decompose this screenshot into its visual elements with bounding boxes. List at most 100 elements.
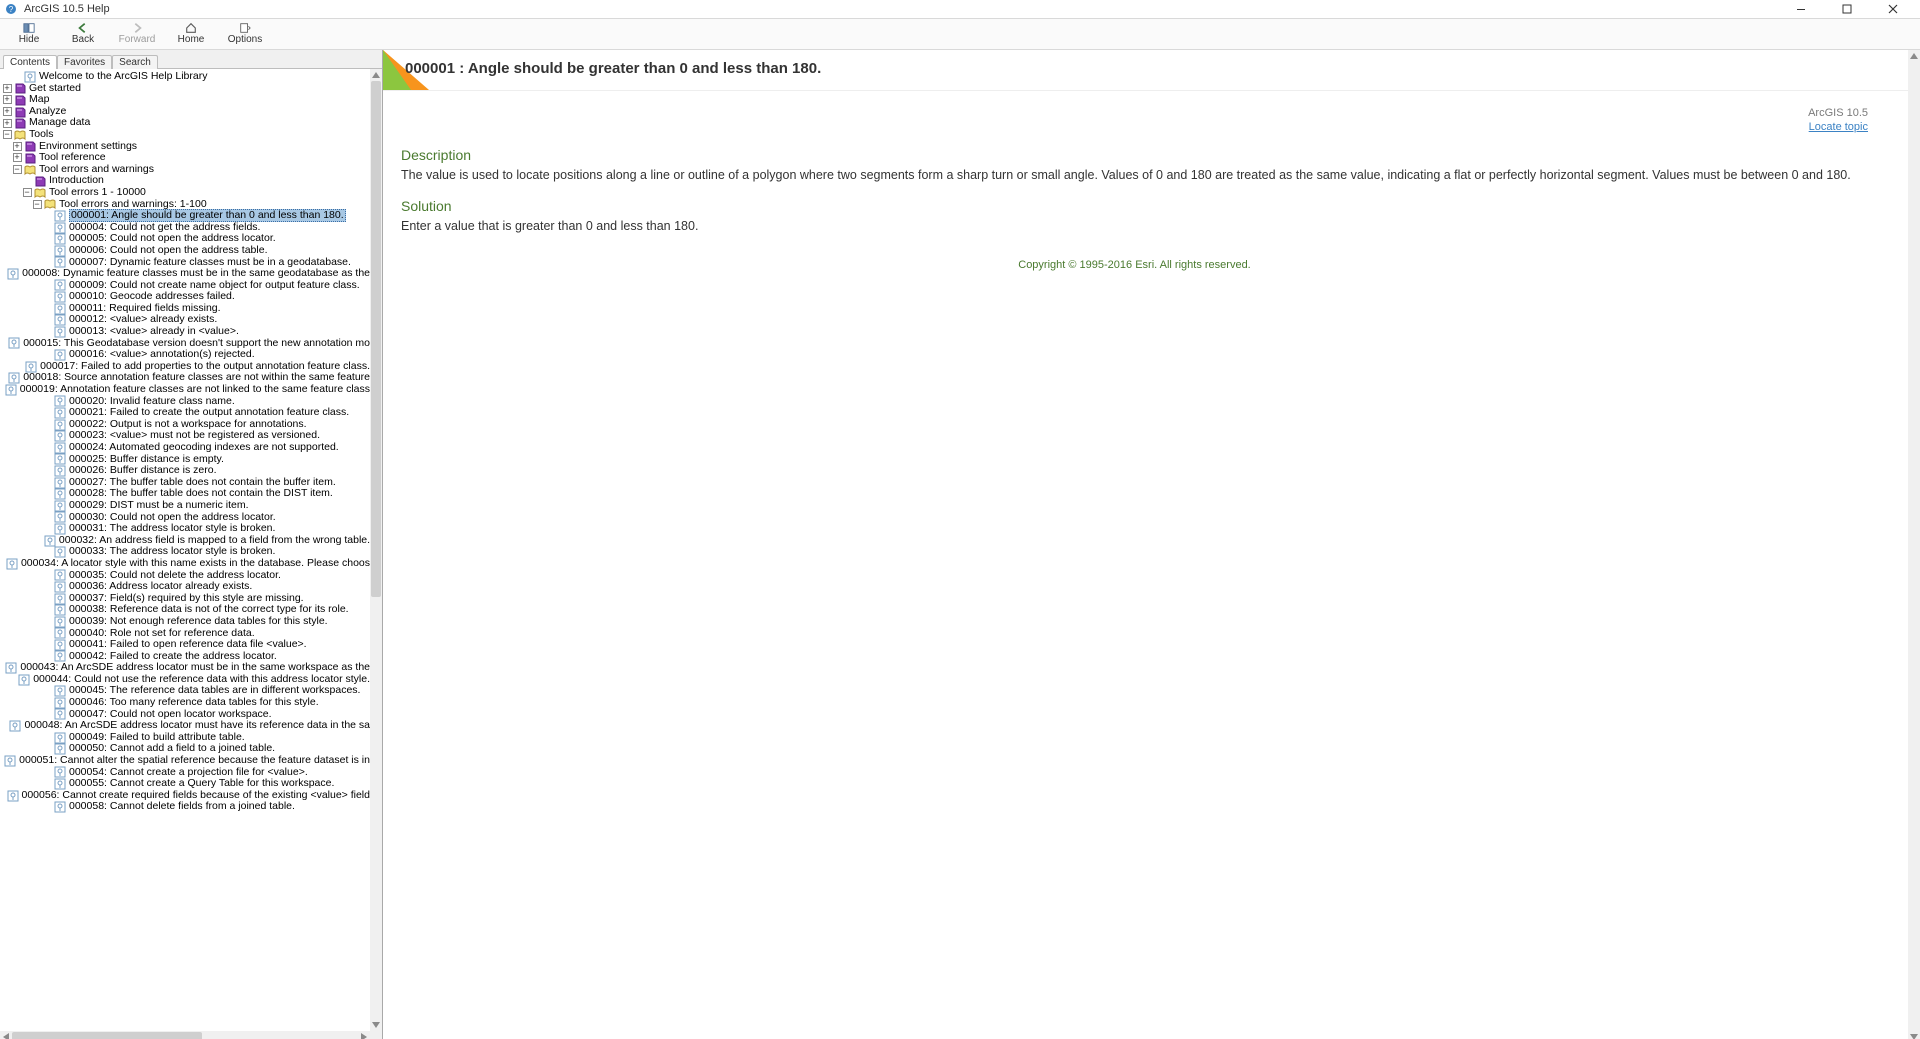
forward-button[interactable]: Forward [114, 21, 160, 47]
topic-icon [54, 442, 66, 454]
help-content-pane: 000001 : Angle should be greater than 0 … [383, 50, 1920, 1039]
tree-book[interactable]: +Manage data [2, 117, 370, 129]
tree-item-label: 000036: Address locator already exists. [69, 581, 252, 593]
tree-expander[interactable]: + [2, 83, 12, 94]
tree-book[interactable]: +Get started [2, 83, 370, 95]
tree-topic[interactable]: 000039: Not enough reference data tables… [2, 616, 370, 628]
tree-topic[interactable]: 000041: Failed to open reference data fi… [2, 639, 370, 651]
tree-topic[interactable]: 000051: Cannot alter the spatial referen… [2, 755, 370, 767]
topic-icon [54, 488, 66, 500]
tree-welcome[interactable]: Welcome to the ArcGIS Help Library [2, 71, 370, 83]
tree-expander[interactable]: + [2, 106, 12, 117]
tree-topic[interactable]: 000006: Could not open the address table… [2, 245, 370, 257]
topic-icon [54, 500, 66, 512]
scrollbar-thumb[interactable] [371, 81, 381, 597]
tab-favorites[interactable]: Favorites [57, 55, 112, 69]
topic-icon [54, 303, 66, 315]
tree-item-label: 000034: A locator style with this name e… [21, 558, 370, 570]
nav-tabs: Contents Favorites Search [0, 50, 382, 69]
scroll-up-icon[interactable] [370, 69, 382, 81]
topic-icon [54, 697, 66, 709]
topic-icon [54, 453, 66, 465]
topic-icon [18, 674, 30, 686]
minimize-button[interactable] [1778, 0, 1824, 18]
scroll-down-icon[interactable] [370, 1019, 382, 1031]
hide-icon [23, 21, 35, 35]
close-button[interactable] [1870, 0, 1916, 18]
product-version-label: ArcGIS 10.5 [401, 107, 1868, 119]
title-bar: ? ArcGIS 10.5 Help [0, 0, 1920, 19]
tree-expander[interactable]: − [22, 187, 32, 198]
tree-horizontal-scrollbar[interactable] [0, 1031, 370, 1039]
tree-expander[interactable]: + [2, 118, 12, 129]
tree-errors-range[interactable]: −Tool errors 1 - 10000 [2, 187, 370, 199]
tree-topic[interactable]: 000031: The address locator style is bro… [2, 523, 370, 535]
topic-icon [24, 71, 36, 83]
topic-icon [54, 210, 66, 222]
tree-topic[interactable]: 000029: DIST must be a numeric item. [2, 500, 370, 512]
home-icon [185, 21, 197, 35]
open-book-icon [44, 198, 56, 210]
tree-item-label: Tools [29, 129, 54, 141]
tree-topic[interactable]: 000034: A locator style with this name e… [2, 558, 370, 570]
tree-topic[interactable]: 000008: Dynamic feature classes must be … [2, 268, 370, 280]
home-button[interactable]: Home [168, 21, 214, 47]
tree-topic[interactable]: 000046: Too many reference data tables f… [2, 697, 370, 709]
scroll-down-icon[interactable] [1908, 1031, 1920, 1039]
tree-topic[interactable]: 000001: Angle should be greater than 0 a… [2, 210, 370, 222]
topic-icon [54, 801, 66, 813]
tree-tools[interactable]: − Tools [2, 129, 370, 141]
closed-book-icon [14, 117, 26, 129]
tree-expander[interactable]: + [12, 141, 22, 152]
closed-book-icon [14, 106, 26, 118]
topic-icon [8, 372, 20, 384]
tree-vertical-scrollbar[interactable] [370, 69, 382, 1031]
scroll-up-icon[interactable] [1908, 50, 1920, 62]
tree-item-label: 000051: Cannot alter the spatial referen… [19, 755, 370, 767]
topic-icon [54, 465, 66, 477]
topic-icon [44, 535, 56, 547]
open-book-icon [34, 187, 46, 199]
tree-topic[interactable]: 000036: Address locator already exists. [2, 581, 370, 593]
window-title: ArcGIS 10.5 Help [24, 3, 110, 15]
back-label: Back [72, 35, 94, 45]
topic-icon [54, 477, 66, 489]
topic-icon [54, 407, 66, 419]
copyright-text: Copyright © 1995-2016 Esri. All rights r… [401, 259, 1868, 271]
description-text: The value is used to locate positions al… [401, 167, 1868, 184]
tree-item-label: 000013: <value> already in <value>. [69, 326, 239, 338]
tree-topic[interactable]: 000013: <value> already in <value>. [2, 326, 370, 338]
tree-expander[interactable]: − [2, 129, 12, 140]
tree-expander[interactable]: + [2, 94, 12, 105]
solution-heading: Solution [401, 198, 1868, 214]
back-button[interactable]: Back [60, 21, 106, 47]
topic-icon [54, 639, 66, 651]
contents-tree[interactable]: Welcome to the ArcGIS Help Library+Get s… [0, 69, 370, 813]
options-label: Options [228, 35, 262, 45]
topic-icon [7, 790, 19, 802]
tree-expander[interactable]: + [12, 152, 22, 163]
tree-item-label: 000039: Not enough reference data tables… [69, 616, 328, 628]
locate-topic-link[interactable]: Locate topic [401, 121, 1868, 133]
tree-topic[interactable]: 000019: Annotation feature classes are n… [2, 384, 370, 396]
scrollbar-corner [370, 1031, 382, 1039]
topic-icon [7, 268, 19, 280]
scroll-right-icon[interactable] [358, 1031, 370, 1039]
tree-topic[interactable]: 000024: Automated geocoding indexes are … [2, 442, 370, 454]
maximize-button[interactable] [1824, 0, 1870, 18]
topic-icon [54, 395, 66, 407]
content-vertical-scrollbar[interactable] [1908, 50, 1920, 1039]
hide-button[interactable]: Hide [6, 21, 52, 47]
tab-contents[interactable]: Contents [3, 55, 57, 69]
scrollbar-thumb[interactable] [12, 1032, 202, 1039]
scroll-left-icon[interactable] [0, 1031, 12, 1039]
tree-book[interactable]: +Tool reference [2, 152, 370, 164]
options-button[interactable]: Options [222, 21, 268, 47]
tab-search[interactable]: Search [112, 55, 158, 69]
tree-expander[interactable]: − [12, 164, 22, 175]
tree-errors-1-100[interactable]: −Tool errors and warnings: 1-100 [2, 199, 370, 211]
tree-expander[interactable]: − [32, 199, 42, 210]
topic-icon [54, 430, 66, 442]
tree-topic[interactable]: 000058: Cannot delete fields from a join… [2, 801, 370, 813]
tree-item-label: 000006: Could not open the address table… [69, 245, 268, 257]
